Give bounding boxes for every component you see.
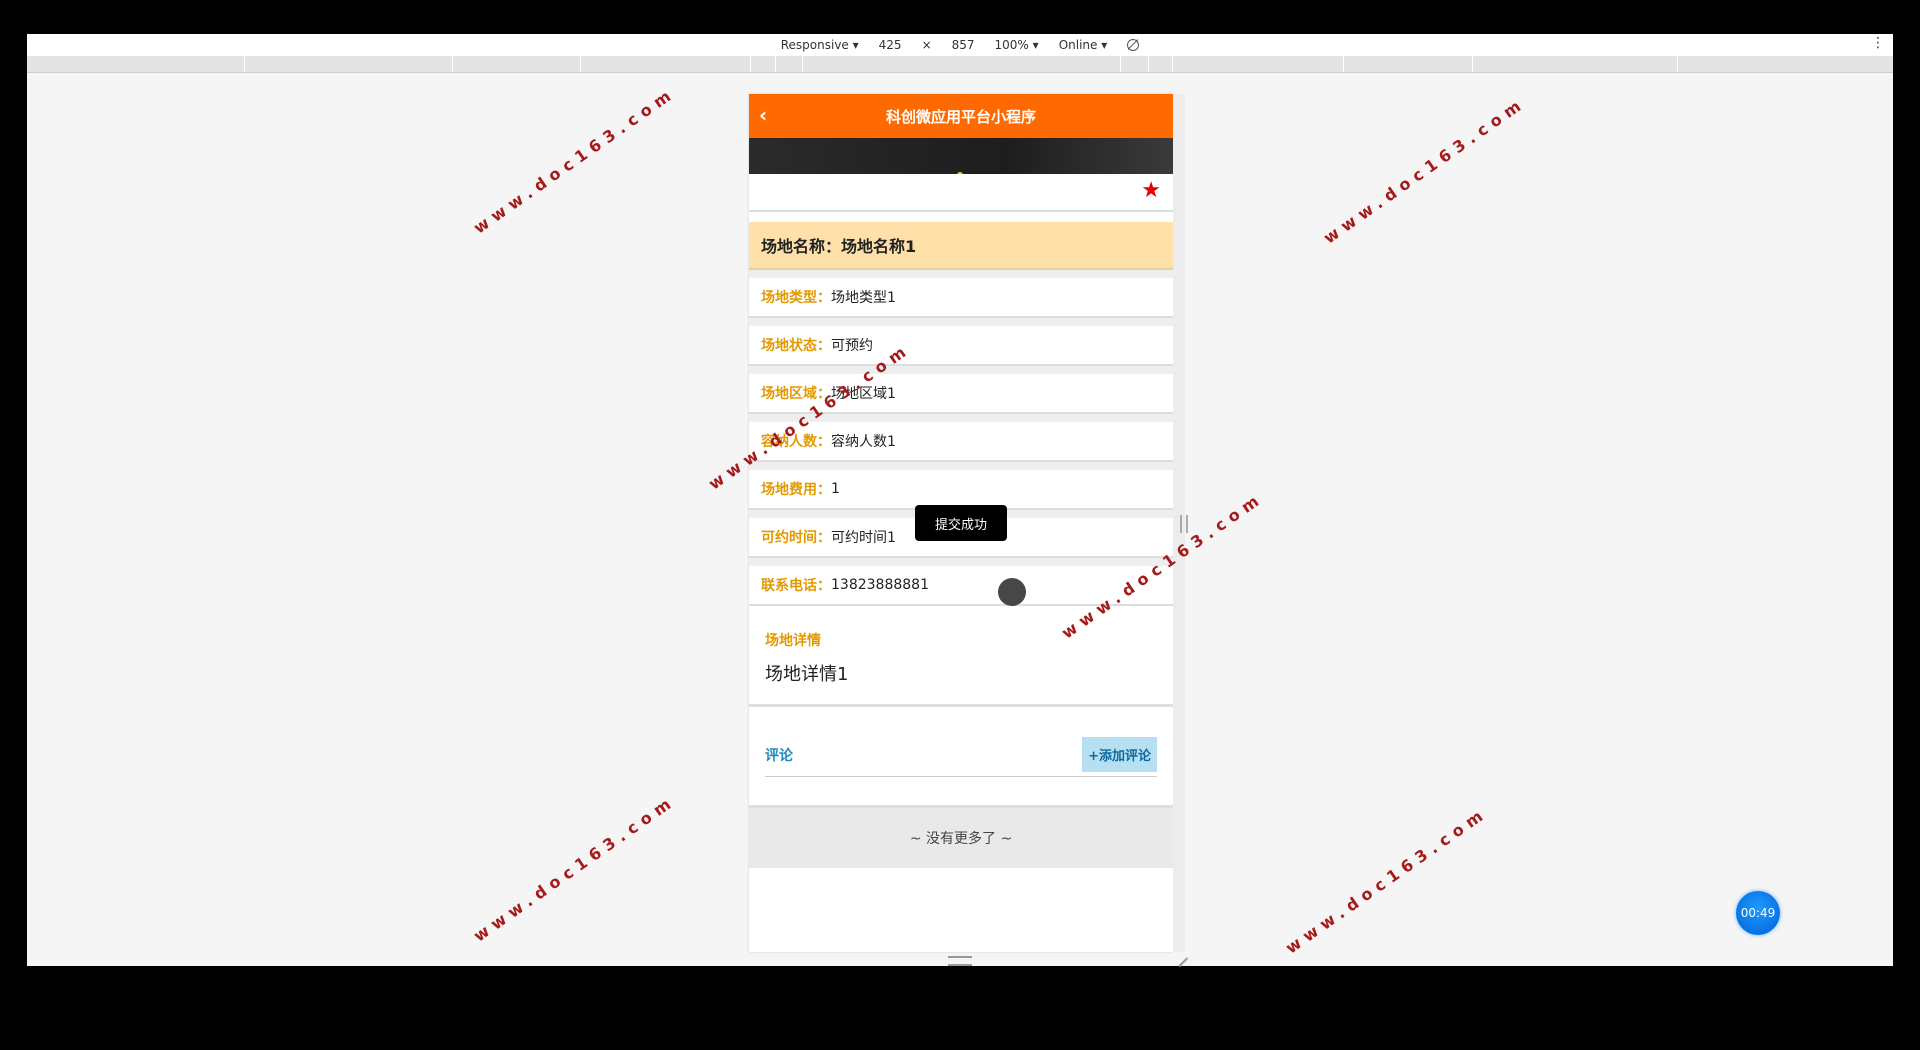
banner-image[interactable]	[749, 138, 1173, 178]
app-title: 科创微应用平台小程序	[885, 107, 1036, 126]
network-select[interactable]: Online ▾	[1059, 38, 1108, 52]
field-label: 场地费用：	[761, 482, 831, 498]
venue-detail: 场地详情 场地详情1	[749, 614, 1173, 707]
field-value: 可预约	[831, 338, 873, 354]
star-icon[interactable]: ★	[1141, 178, 1161, 203]
add-comment-button[interactable]: +添加评论	[1082, 737, 1157, 772]
resize-handle-side[interactable]	[1180, 515, 1188, 533]
browser-viewport: Responsive ▾ 425 × 857 100% ▾ Online ▾ ⋮…	[27, 34, 1893, 966]
zoom-select[interactable]: 100% ▾	[995, 38, 1039, 52]
back-icon[interactable]: ‹	[759, 105, 767, 125]
height-input[interactable]: 857	[952, 38, 975, 52]
more-options-icon[interactable]: ⋮	[1871, 35, 1885, 51]
field-label: 可约时间：	[761, 530, 831, 546]
width-input[interactable]: 425	[879, 38, 902, 52]
field-value: 容纳人数1	[831, 434, 896, 450]
devtools-toolbar: Responsive ▾ 425 × 857 100% ▾ Online ▾ ⋮	[27, 34, 1893, 56]
field-label: 联系电话：	[761, 578, 831, 594]
favorite-row: ★	[749, 174, 1173, 212]
rotate-icon[interactable]	[1127, 39, 1140, 51]
field-label: 场地类型：	[761, 290, 831, 306]
field-value: 可约时间1	[831, 530, 896, 546]
no-more-text: ~ 没有更多了 ~	[749, 808, 1173, 868]
recording-timer[interactable]: 00:49	[1736, 891, 1780, 935]
resize-handle-bottom[interactable]	[948, 956, 972, 966]
device-mode-select[interactable]: Responsive ▾	[781, 38, 859, 52]
venue-name: 场地名称：场地名称1	[749, 222, 1173, 270]
detail-label: 场地详情	[765, 633, 821, 649]
field-value: 1	[831, 481, 840, 497]
field-value: 场地类型1	[831, 290, 896, 306]
dimension-separator: ×	[921, 38, 932, 52]
comments-label: 评论	[765, 747, 793, 764]
detail-value: 场地详情1	[765, 664, 849, 685]
field-label: 场地状态：	[761, 338, 831, 354]
app-header: ‹ 科创微应用平台小程序	[749, 94, 1173, 138]
cursor-indicator	[998, 578, 1026, 606]
field-fee: 场地费用： 1	[749, 462, 1173, 510]
comments-section: 评论 +添加评论	[749, 717, 1173, 808]
field-value: 13823888881	[831, 577, 929, 593]
toast-message: 提交成功	[915, 505, 1007, 541]
field-status: 场地状态： 可预约	[749, 318, 1173, 366]
field-type: 场地类型： 场地类型1	[749, 270, 1173, 318]
media-query-ruler	[27, 56, 1893, 73]
